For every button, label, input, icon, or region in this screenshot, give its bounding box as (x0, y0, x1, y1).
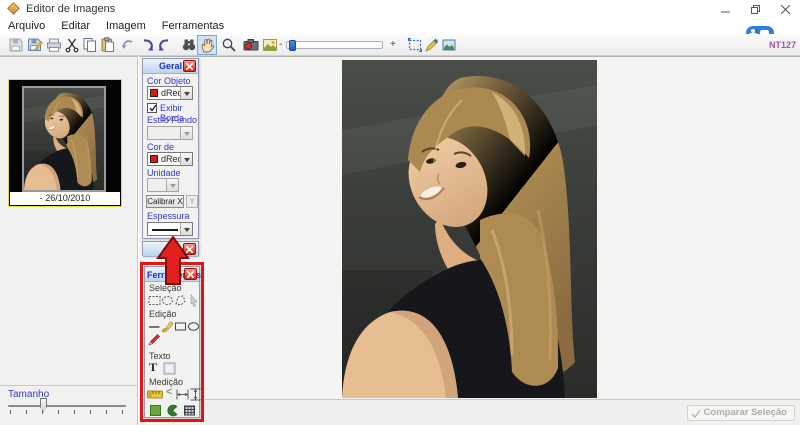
annotation-arrow-up-icon (156, 236, 190, 286)
zoom-slider[interactable] (286, 41, 383, 49)
unidade-label: Unidade (147, 168, 181, 178)
thumbnail-sidebar: - 26/10/2010 Tamanho (0, 56, 138, 425)
fit-screen-icon[interactable] (407, 37, 423, 53)
thumbnail-caption: - 26/10/2010 (10, 192, 120, 205)
app-icon (7, 2, 20, 15)
estilo-fundo-label: Estilo Fundo (147, 115, 197, 125)
image-thumbnail[interactable]: - 26/10/2010 (8, 79, 122, 207)
paste-icon[interactable] (100, 37, 116, 53)
annotation-highlight-rect (140, 262, 204, 422)
calibrar-y-button[interactable]: Y (186, 195, 198, 208)
menu-imagem[interactable]: Imagem (98, 20, 154, 32)
cor-fundo-combo[interactable]: dRed (147, 152, 193, 166)
geral-panel: Geral Cor Objeto dRed Exibir Borda Estil… (142, 58, 199, 239)
size-slider[interactable] (8, 405, 126, 407)
annotate-pen-icon[interactable] (424, 37, 440, 53)
menu-ferramentas[interactable]: Ferramentas (154, 20, 232, 32)
zoom-in-icon[interactable]: + (390, 39, 396, 50)
estilo-fundo-combo[interactable] (147, 126, 193, 140)
cut-icon[interactable] (64, 37, 80, 53)
compare-selection-button[interactable]: Comparar Seleção (687, 405, 795, 421)
unidade-dropdown-icon[interactable] (166, 179, 178, 191)
espessura-combo[interactable] (147, 222, 193, 236)
calibrar-x-button[interactable]: Calibrar X (146, 195, 184, 208)
zoom-out-icon[interactable]: - (279, 39, 282, 50)
main-photo[interactable] (342, 60, 597, 398)
cor-objeto-label: Cor Objeto (147, 76, 191, 86)
close-button[interactable] (770, 0, 800, 18)
cor-objeto-swatch (150, 89, 158, 97)
cor-fundo-dropdown-icon[interactable] (180, 153, 192, 165)
save-icon[interactable] (8, 37, 24, 53)
size-slider-ticks (8, 410, 126, 414)
camera-icon[interactable] (243, 37, 259, 53)
gallery-icon[interactable] (262, 37, 278, 53)
estilo-fundo-dropdown-icon[interactable] (180, 127, 192, 139)
minimize-button[interactable] (710, 0, 740, 18)
zoom-slider-thumb[interactable] (289, 40, 296, 51)
menu-editar[interactable]: Editar (53, 20, 98, 32)
main-toolbar: - + NT127 (0, 34, 800, 56)
espessura-dropdown-icon[interactable] (180, 223, 192, 235)
espessura-label: Espessura (147, 211, 190, 221)
cor-objeto-combo[interactable]: dRed (147, 86, 193, 100)
cor-fundo-swatch (150, 155, 158, 163)
print-icon[interactable] (46, 37, 62, 53)
compare-selection-label: Comparar Seleção (704, 407, 787, 418)
app-title: Editor de Imagens (26, 3, 115, 15)
geral-panel-title: Geral (159, 61, 182, 71)
line-style-icon (152, 229, 178, 231)
menu-bar: Arquivo Editar Imagem Ferramentas (0, 18, 800, 34)
undo-icon[interactable] (120, 37, 136, 53)
cor-objeto-dropdown-icon[interactable] (180, 87, 192, 99)
status-bar: Comparar Seleção (139, 399, 800, 425)
zoom-icon[interactable] (221, 37, 237, 53)
rotate-right-icon[interactable] (156, 37, 172, 53)
rotate-left-icon[interactable] (140, 37, 156, 53)
thumbnail-photo (22, 86, 106, 192)
image-preview-icon[interactable] (441, 37, 457, 53)
copy-icon[interactable] (82, 37, 98, 53)
sidebar-separator (0, 385, 137, 386)
save-as-icon[interactable] (27, 37, 43, 53)
maximize-button[interactable] (740, 0, 770, 18)
find-icon[interactable] (181, 37, 197, 53)
unidade-combo[interactable] (147, 178, 179, 192)
title-bar: Editor de Imagens (0, 0, 800, 18)
nt-code-label: NT127 (769, 40, 796, 50)
exibir-borda-checkbox[interactable] (147, 103, 157, 113)
geral-close-icon[interactable] (183, 60, 196, 72)
pan-tool-active[interactable] (197, 35, 217, 55)
menu-arquivo[interactable]: Arquivo (0, 20, 53, 32)
geral-panel-header[interactable]: Geral (143, 59, 198, 74)
